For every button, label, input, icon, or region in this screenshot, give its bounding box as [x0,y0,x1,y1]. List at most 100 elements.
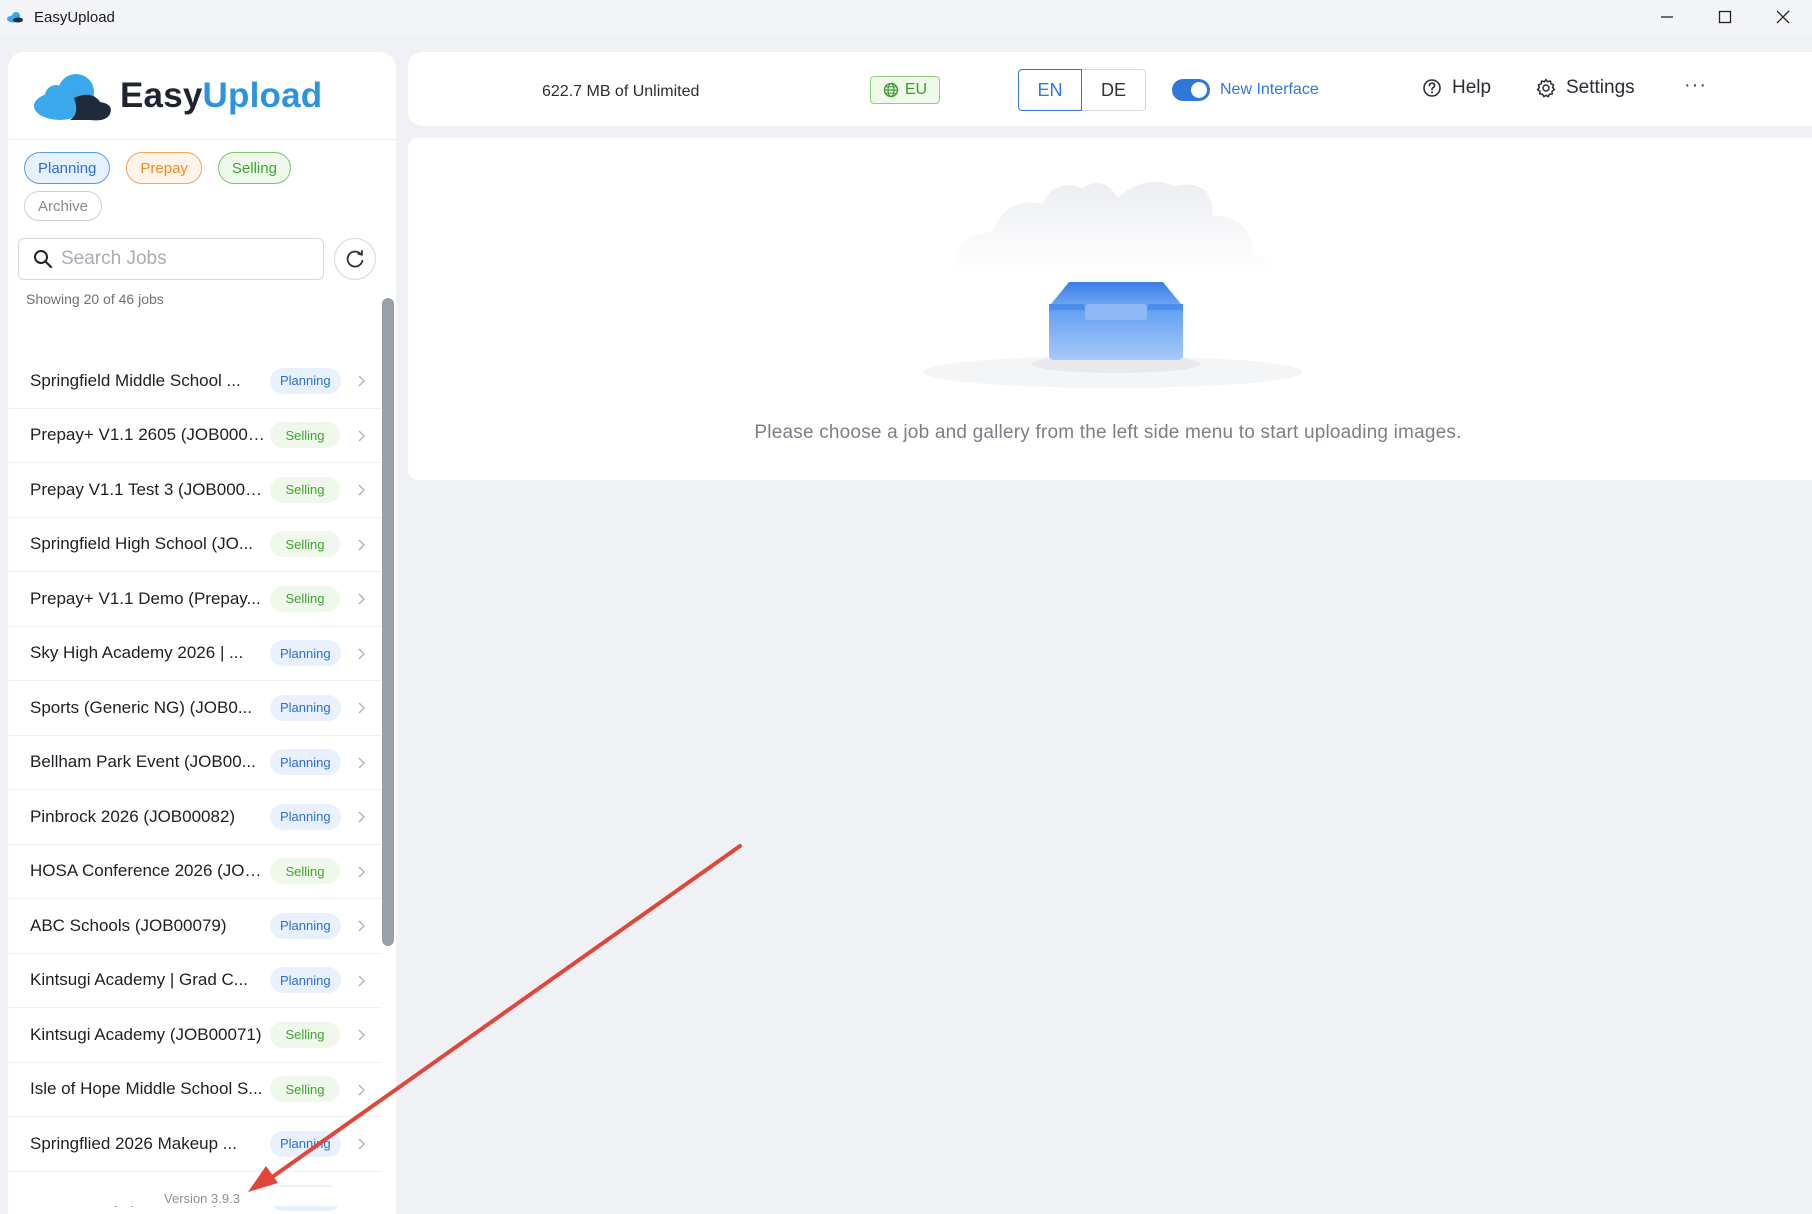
job-name: Prepay+ V1.1 2605 (JOB00091) [30,425,266,445]
gear-icon [1536,78,1556,98]
close-button[interactable] [1754,0,1812,34]
search-input[interactable] [61,248,311,270]
job-row[interactable]: Kintsugi Academy (JOB00071) Selling [8,1008,382,1063]
job-name: Pinbrock 2026 (JOB00082) [30,806,236,826]
filter-prepay[interactable]: Prepay [126,152,202,184]
chevron-right-icon [358,811,366,823]
job-name: HOSA Conference 2026 (JOB... [30,861,266,881]
refresh-button[interactable] [334,238,376,280]
job-name: Kintsugi Academy (JOB00071) [30,1024,262,1044]
job-status-badge: Planning [270,749,341,776]
chevron-right-icon [358,1138,366,1150]
chevron-right-icon [358,593,366,605]
lang-en-button[interactable]: EN [1018,69,1082,111]
job-row[interactable]: HOSA Conference 2026 (JOB... Selling [8,845,382,899]
sidebar-scrollbar[interactable] [382,298,394,946]
job-name: Springfield Middle School ... [30,370,241,390]
job-row[interactable]: ABC Schools (JOB00079) Planning [8,899,382,954]
chevron-right-icon [358,1029,366,1041]
chevron-right-icon [358,647,366,660]
chevron-right-icon [358,538,366,551]
settings-button[interactable]: Settings [1536,77,1635,99]
search-icon [34,250,53,269]
job-status-badge: Selling [270,585,340,612]
job-name: Bellham Park Event (JOB00... [30,752,256,772]
job-row[interactable]: Springfield High School (JO... Selling [8,518,382,572]
window-title: EasyUpload [34,8,115,26]
job-name: Sky High Academy 2026 | ... [30,643,244,663]
logo-text-easy: Easy [120,75,203,115]
job-status-badge: Planning [270,967,341,994]
refresh-icon [346,250,364,268]
filter-planning[interactable]: Planning [24,152,111,184]
language-switch: EN DE [1018,69,1146,111]
lang-de-button[interactable]: DE [1082,69,1146,111]
chevron-right-icon [358,1083,366,1096]
search-box[interactable] [18,238,324,280]
job-name: Springflied 2026 Makeup ... [30,1133,237,1153]
job-row[interactable]: Pinbrock 2026 (JOB00082) Planning [8,790,382,845]
filter-archive[interactable]: Archive [24,191,103,221]
chevron-right-icon [358,920,366,932]
title-bar: EasyUpload [0,0,1812,34]
filter-selling[interactable]: Selling [217,152,291,184]
empty-inbox-illustration [923,182,1303,388]
chevron-right-icon [358,429,366,442]
job-name: ABC Schools (JOB00079) [30,915,227,935]
maximize-icon [1718,10,1732,24]
job-name: Isle of Hope Middle School S... [30,1079,263,1099]
help-label: Help [1452,77,1492,98]
job-status-badge: Planning [270,912,341,939]
chevron-right-icon [358,974,366,987]
job-row[interactable]: Kintsugi Academy | Grad C... Planning [8,954,382,1008]
job-row[interactable]: Springflied 2026 Makeup ... Planning [8,1117,382,1172]
minimize-icon [1661,16,1673,18]
job-name: Kintsugi Academy | Grad C... [30,970,248,990]
job-status-badge: Planning [270,640,341,667]
new-interface-toggle[interactable] [1172,79,1210,101]
chevron-right-icon [358,756,366,769]
storage-usage: 622.7 MB of Unlimited [542,83,700,100]
region-selector[interactable]: EU [870,76,940,104]
job-status-badge: Selling [270,858,340,885]
chevron-right-icon [358,484,366,496]
settings-label: Settings [1566,77,1635,98]
job-row[interactable]: Isle of Hope Middle School S... Selling [8,1063,382,1117]
job-row[interactable]: Bellham Park Event (JOB00... Planning [8,736,382,790]
chevron-right-icon [358,375,366,387]
main-panel: Please choose a job and gallery from the… [408,138,1812,480]
job-status-badge: Selling [270,422,340,449]
sidebar: EasyUpload Planning Prepay Selling Archi… [8,52,396,1214]
maximize-button[interactable] [1696,0,1754,34]
job-row[interactable]: Sports (Generic NG) (JOB0... Planning [8,681,382,736]
job-row[interactable]: Sky High Academy 2026 | ... Planning [8,627,382,681]
chevron-right-icon [358,865,366,878]
job-row[interactable]: Prepay+ V1.1 2605 (JOB00091) Selling [8,409,382,463]
job-status-badge: Planning [270,1130,341,1157]
help-button[interactable]: Help [1422,77,1491,99]
logo-text-upload: Upload [202,75,323,115]
job-name: Springfield High School (JO... [30,534,253,554]
globe-icon [883,82,899,98]
job-status-badge: Selling [270,1076,340,1103]
job-status-badge: Planning [270,694,341,721]
empty-state-message: Please choose a job and gallery from the… [754,422,1462,443]
job-name: Prepay+ V1.1 Demo (Prepay... [30,588,261,608]
chevron-right-icon [358,702,366,714]
more-options-button[interactable]: ··· [1684,74,1707,97]
job-status-badge: Planning [270,367,341,394]
job-status-badge: Selling [270,531,340,558]
help-icon [1423,79,1441,97]
job-status-badge: Selling [270,1021,340,1048]
version-label: Version 3.9.3 [8,1187,396,1206]
job-row[interactable]: Prepay V1.1 Test 3 (JOB00090) Selling [8,463,382,518]
close-icon [1776,10,1790,24]
new-interface-label: New Interface [1220,81,1319,98]
minimize-button[interactable] [1638,0,1696,34]
region-label: EU [904,81,928,98]
job-status-badge: Selling [270,476,340,503]
job-row[interactable]: Prepay+ V1.1 Demo (Prepay... Selling [8,572,382,627]
cloud-logo-icon [34,73,111,120]
job-name: Prepay V1.1 Test 3 (JOB00090) [30,479,266,499]
job-row[interactable]: Springfield Middle School ... Planning [8,354,382,409]
